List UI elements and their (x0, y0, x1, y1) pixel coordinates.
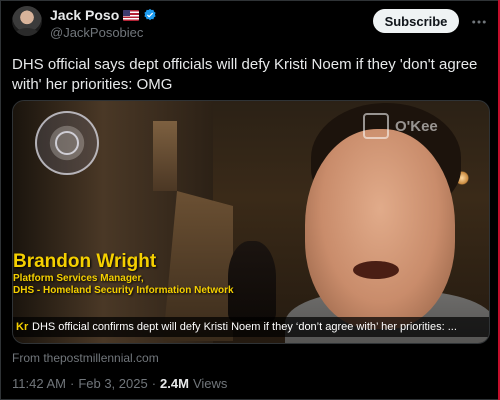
tweet-text: DHS official says dept officials will de… (12, 56, 478, 93)
author-block: Jack Poso @JackPosobiec (50, 6, 157, 40)
avatar[interactable] (12, 6, 42, 36)
us-flag-icon (123, 9, 140, 21)
scene-lamp (153, 121, 177, 191)
meta-separator: · (151, 376, 157, 391)
meta-separator: · (69, 376, 75, 391)
speaker-mouth (353, 261, 399, 279)
dhs-seal-icon (35, 111, 99, 175)
video-caption-bar: Kr DHS official confirms dept will defy … (13, 317, 489, 337)
subscribe-button[interactable]: Subscribe (373, 9, 459, 33)
video-caption: DHS official confirms dept will defy Kri… (32, 321, 457, 333)
tweet-date[interactable]: Feb 3, 2025 (78, 376, 147, 391)
lower-third: Brandon Wright Platform Services Manager… (13, 251, 273, 297)
watermark: O'Kee (363, 113, 438, 139)
display-name[interactable]: Jack Poso (50, 7, 119, 23)
lower-third-title: Platform Services Manager, (13, 273, 144, 284)
speaker-face (305, 129, 455, 329)
handle[interactable]: @JackPosobiec (50, 25, 157, 40)
verified-badge-icon[interactable] (143, 8, 157, 22)
source-link[interactable]: From thepostmillennial.com (12, 351, 159, 365)
lower-third-org: DHS - Homeland Security Information Netw… (13, 285, 234, 296)
views-count: 2.4M (160, 376, 189, 391)
caption-tag: Kr (16, 321, 29, 333)
watermark-logo-icon (363, 113, 389, 139)
views-label: Views (192, 376, 228, 391)
lower-third-name: Brandon Wright (13, 251, 157, 272)
watermark-text: O'Kee (395, 117, 438, 135)
tweet-meta: 11:42 AM · Feb 3, 2025 · 2.4M Views (12, 376, 227, 391)
author-name-row: Jack Poso (50, 6, 157, 24)
tweet-time[interactable]: 11:42 AM (12, 376, 66, 391)
video-player[interactable]: O'Kee Brandon Wright Platform Services M… (12, 100, 490, 344)
avatar-shirt (15, 28, 39, 36)
more-horizontal-icon[interactable] (469, 12, 489, 32)
